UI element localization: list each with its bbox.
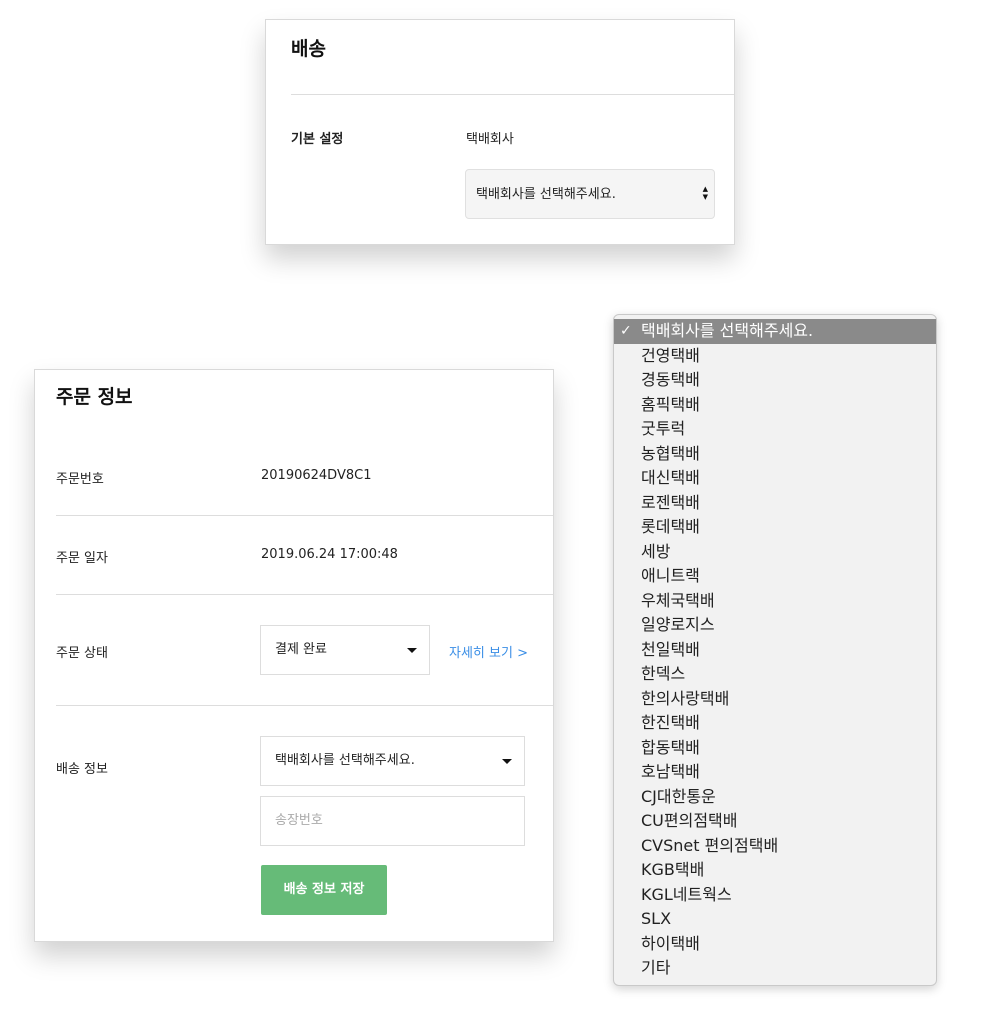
dropdown-option-label: 농협택배 [641, 443, 700, 463]
tracking-number-placeholder: 송장번호 [275, 813, 323, 828]
dropdown-option[interactable]: CVSnet 편의점택배 [614, 834, 936, 859]
order-number-value: 20190624DV8C1 [261, 468, 372, 483]
dropdown-option-label: 로젠택배 [641, 492, 700, 512]
dropdown-option[interactable]: 경동택배 [614, 368, 936, 393]
order-date-value: 2019.06.24 17:00:48 [261, 547, 398, 562]
checkmark-icon: ✓ [620, 323, 632, 339]
order-info-title: 주문 정보 [56, 386, 133, 408]
courier-select[interactable]: 택배회사를 선택해주세요. ▲ ▼ [465, 169, 715, 219]
dropdown-option[interactable]: 애니트랙 [614, 564, 936, 589]
dropdown-option[interactable]: 농협택배 [614, 442, 936, 467]
dropdown-option[interactable]: 한의사랑택배 [614, 687, 936, 712]
dropdown-option[interactable]: 롯데택배 [614, 515, 936, 540]
dropdown-option-label: KGB택배 [641, 860, 705, 879]
dropdown-option-label: 한덱스 [641, 664, 686, 683]
order-status-label: 주문 상태 [56, 646, 108, 661]
dropdown-option[interactable]: 홈픽택배 [614, 393, 936, 418]
dropdown-option-label: 우체국택배 [641, 590, 715, 610]
dropdown-option[interactable]: 세방 [614, 540, 936, 565]
dropdown-option-label: 천일택배 [641, 639, 700, 659]
caret-down-icon [407, 648, 417, 653]
dropdown-option[interactable]: 기타 [614, 956, 936, 981]
dropdown-option-label: 건영택배 [641, 345, 700, 365]
dropdown-option-label: 경동택배 [641, 370, 700, 389]
tracking-number-input[interactable]: 송장번호 [260, 796, 525, 846]
details-link[interactable]: 자세히 보기 > [449, 642, 528, 661]
dropdown-option[interactable]: ✓ 택배회사를 선택해주세요. [614, 319, 936, 344]
dropdown-option-label: 애니트랙 [641, 566, 700, 585]
dropdown-option[interactable]: 건영택배 [614, 344, 936, 369]
dropdown-option-label: 합동택배 [641, 737, 700, 757]
dropdown-option-label: 홈픽택배 [641, 394, 700, 414]
dropdown-option-label: CJ대한통운 [641, 786, 716, 806]
dropdown-option[interactable]: 우체국택배 [614, 589, 936, 614]
dropdown-option[interactable]: 로젠택배 [614, 491, 936, 516]
dropdown-option-label: 하이택배 [641, 933, 700, 953]
dropdown-option[interactable]: 합동택배 [614, 736, 936, 761]
up-down-arrows-icon: ▲ ▼ [702, 185, 708, 201]
dropdown-option-label: CU편의점택배 [641, 811, 738, 830]
dropdown-option[interactable]: 일양로지스 [614, 613, 936, 638]
dropdown-option-label: 호남택배 [641, 762, 700, 781]
dropdown-option[interactable]: KGB택배 [614, 858, 936, 883]
order-status-select[interactable]: 결제 완료 [260, 625, 430, 675]
dropdown-option[interactable]: SLX [614, 907, 936, 932]
divider [56, 594, 553, 595]
dropdown-option[interactable]: CJ대한통운 [614, 785, 936, 810]
dropdown-option-label: 세방 [641, 541, 671, 561]
divider [56, 515, 553, 516]
courier-field-label: 택배회사 [466, 132, 514, 147]
shipping-info-label: 배송 정보 [56, 762, 108, 777]
divider [291, 94, 734, 95]
order-date-label: 주문 일자 [56, 551, 108, 566]
dropdown-option-label: 굿투럭 [641, 419, 686, 438]
order-status-value: 결제 완료 [275, 642, 327, 657]
shipping-settings-card: 배송 기본 설정 택배회사 택배회사를 선택해주세요. ▲ ▼ [265, 19, 735, 245]
dropdown-option-label: 대신택배 [641, 468, 700, 487]
dropdown-option-label: 한의사랑택배 [641, 688, 730, 708]
dropdown-option-label: KGL네트웍스 [641, 884, 732, 904]
courier-select-value: 택배회사를 선택해주세요. [275, 753, 415, 768]
dropdown-option-label: 기타 [641, 958, 671, 977]
shipping-settings-title: 배송 [291, 38, 326, 60]
courier-select-value: 택배회사를 선택해주세요. [476, 187, 616, 202]
dropdown-option[interactable]: 한덱스 [614, 662, 936, 687]
dropdown-option[interactable]: 천일택배 [614, 638, 936, 663]
dropdown-option-label: 일양로지스 [641, 615, 715, 634]
dropdown-option-label: SLX [641, 909, 672, 928]
dropdown-option[interactable]: 하이택배 [614, 932, 936, 957]
dropdown-option-label: 한진택배 [641, 713, 700, 732]
dropdown-option-label: 택배회사를 선택해주세요. [641, 321, 814, 340]
order-info-card: 주문 정보 주문번호 20190624DV8C1 주문 일자 2019.06.2… [34, 369, 554, 942]
save-shipping-info-button[interactable]: 배송 정보 저장 [261, 865, 387, 915]
dropdown-option-label: CVSnet 편의점택배 [641, 835, 779, 855]
dropdown-option[interactable]: CU편의점택배 [614, 809, 936, 834]
dropdown-option[interactable]: KGL네트웍스 [614, 883, 936, 908]
caret-down-icon [502, 759, 512, 764]
default-settings-label: 기본 설정 [291, 132, 344, 147]
dropdown-option-label: 롯데택배 [641, 517, 700, 536]
order-number-label: 주문번호 [56, 472, 104, 487]
dropdown-option[interactable]: 호남택배 [614, 760, 936, 785]
dropdown-option[interactable]: 굿투럭 [614, 417, 936, 442]
divider [56, 705, 553, 706]
courier-dropdown-list[interactable]: ✓ 택배회사를 선택해주세요. 건영택배경동택배홈픽택배굿투럭농협택배대신택배로젠택… [613, 314, 937, 986]
dropdown-option[interactable]: 대신택배 [614, 466, 936, 491]
dropdown-option[interactable]: 한진택배 [614, 711, 936, 736]
courier-select[interactable]: 택배회사를 선택해주세요. [260, 736, 525, 786]
